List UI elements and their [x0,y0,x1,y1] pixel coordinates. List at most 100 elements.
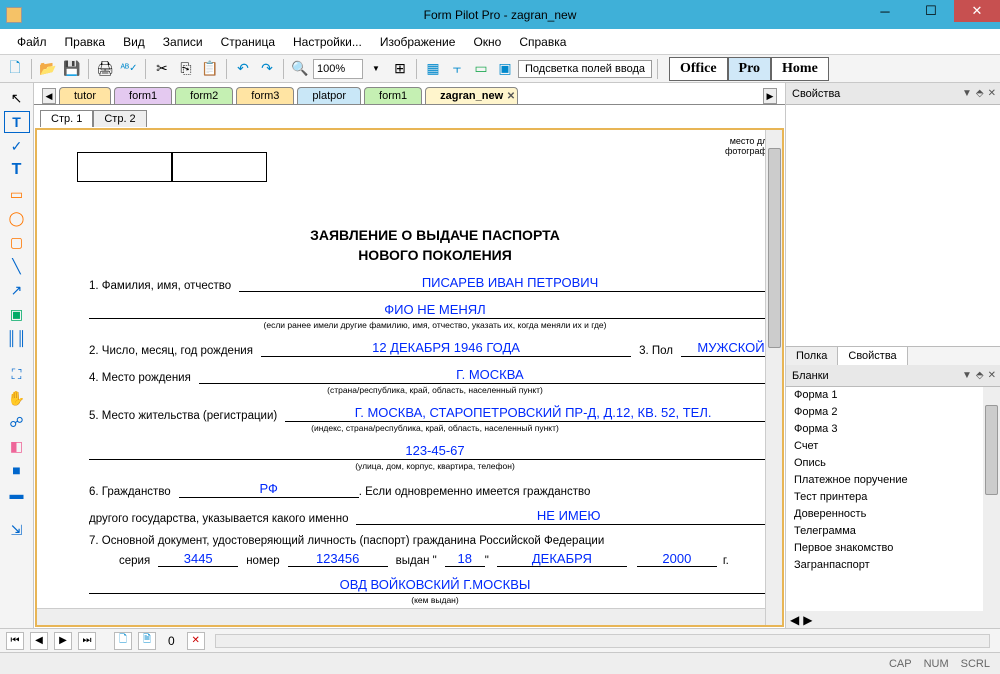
close-button[interactable]: ✕ [954,0,1000,22]
arrow-tool-icon[interactable]: ↗ [4,279,30,301]
save-icon[interactable]: 💾 [61,58,83,80]
blank-item[interactable]: Форма 2 [786,404,983,421]
pointer-icon[interactable]: ↖ [4,87,30,109]
insert-icon[interactable]: ⇲ [4,519,30,541]
page-tab-1[interactable]: Стр. 1 [40,110,93,127]
field-issuer[interactable]: ОВД ВОЙКОВСКИЙ Г.МОСКВЫ [89,577,781,594]
highlight-icon[interactable]: ▣ [494,58,516,80]
canvas-vscrollbar[interactable] [765,130,782,625]
panel-pin-icon[interactable]: ⬘ [976,370,984,381]
close-tab-icon[interactable]: ✕ [507,91,515,102]
canvas[interactable]: место для фотографии ЗАЯВЛЕНИЕ О ВЫДАЧЕ … [35,128,784,627]
nav-delete-icon[interactable]: ✕ [187,632,205,650]
zoom-dropdown-icon[interactable]: ▼ [365,58,387,80]
tab-properties[interactable]: Свойства [838,347,907,366]
doc-tab-tutor[interactable]: tutor [59,87,111,104]
print-icon[interactable]: 🖨 [94,58,116,80]
rrect-icon[interactable]: ▢ [4,231,30,253]
zoom-input[interactable] [313,59,363,79]
check-icon[interactable]: ✓ [4,135,30,157]
blank-item[interactable]: Первое знакомство [786,540,983,557]
panel-pin-icon[interactable]: ⬘ [976,88,984,99]
redo-icon[interactable]: ↷ [256,58,278,80]
text-icon[interactable]: T [4,159,30,181]
blank-item[interactable]: Загранпаспорт [786,557,983,574]
open-icon[interactable]: 📂 [37,58,59,80]
field-fio-change[interactable]: ФИО НЕ МЕНЯЛ [89,302,781,319]
tab-pro[interactable]: Pro [728,57,772,81]
link-icon[interactable]: ☍ [4,411,30,433]
menu-page[interactable]: Страница [212,35,284,49]
blank-item[interactable]: Доверенность [786,506,983,523]
panel-dropdown-icon[interactable]: ▼ [962,370,972,381]
nav-first-icon[interactable]: ⏮ [6,632,24,650]
menu-file[interactable]: Файл [8,35,56,49]
blanks-panel-header[interactable]: Бланки ▼⬘✕ [786,365,1000,387]
properties-panel-header[interactable]: Свойства ▼⬘✕ [786,83,1000,105]
nav-last-icon[interactable]: ⏭ [78,632,96,650]
panel-close-icon[interactable]: ✕ [988,370,996,381]
field-series[interactable]: 3445 [158,551,238,567]
align-icon[interactable]: ▦ [422,58,444,80]
menu-settings[interactable]: Настройки... [284,35,371,49]
field-address[interactable]: Г. МОСКВА, СТАРОПЕТРОВСКИЙ ПР-Д, Д.12, К… [285,405,781,422]
rect-icon[interactable]: ▭ [4,183,30,205]
field-issue-day[interactable]: 18 [445,551,485,567]
doc-tab-form1a[interactable]: form1 [114,87,172,104]
nav-hscroll[interactable] [215,634,990,648]
blank-item[interactable]: Тест принтера [786,489,983,506]
field-issue-year[interactable]: 2000 [637,551,717,567]
menu-window[interactable]: Окно [464,35,510,49]
nav-prev-icon[interactable]: ◀ [30,632,48,650]
spell-icon[interactable]: ᴬᴮ✓ [118,58,140,80]
cut-icon[interactable]: ✂ [151,58,173,80]
text-box-icon[interactable]: T [4,111,30,133]
highlight-label[interactable]: Подсветка полей ввода [518,60,652,78]
field-birthplace[interactable]: Г. МОСКВА [199,367,781,384]
tabs-scroll-right[interactable]: ▶ [763,88,777,104]
panel-close-icon[interactable]: ✕ [988,88,996,99]
blanks-collapse-icon[interactable]: ▶ [803,613,812,627]
field-fio[interactable]: ПИСАРЕВ ИВАН ПЕТРОВИЧ [239,275,781,292]
blank-item[interactable]: Форма 1 [786,387,983,404]
copy-icon[interactable]: ⎘ [175,58,197,80]
blank-item[interactable]: Телеграмма [786,523,983,540]
tab-home[interactable]: Home [771,57,829,81]
menu-image[interactable]: Изображение [371,35,465,49]
image-icon[interactable]: ▣ [4,303,30,325]
snap-icon[interactable]: ⫟ [446,58,468,80]
field-dob[interactable]: 12 ДЕКАБРЯ 1946 ГОДА [261,340,631,357]
blank-item[interactable]: Опись [786,455,983,472]
doc-tab-platpor[interactable]: platpor [297,87,361,104]
doc-tab-form2[interactable]: form2 [175,87,233,104]
grid-icon[interactable]: ⊞ [389,58,411,80]
nav-doc-icon[interactable]: 🗎 [138,632,156,650]
doc-tab-form3[interactable]: form3 [236,87,294,104]
canvas-hscrollbar[interactable] [37,608,765,625]
blank-item[interactable]: Счет [786,438,983,455]
blanks-expand-icon[interactable]: ◀ [790,613,799,627]
tab-shelf[interactable]: Полка [786,347,838,365]
maximize-button[interactable]: ☐ [908,0,954,22]
blank-item[interactable]: Платежное поручение [786,472,983,489]
field-number[interactable]: 123456 [288,551,388,567]
field-icon[interactable]: ▭ [470,58,492,80]
barcode-icon[interactable]: ║║ [4,327,30,349]
field-citizenship[interactable]: РФ [179,481,359,498]
field-phone[interactable]: 123-45-67 [89,443,781,460]
minimize-button[interactable]: ─ [862,0,908,22]
tab-office[interactable]: Office [669,57,728,81]
doc-tab-zagran[interactable]: zagran_new✕ [425,87,518,104]
blank-item[interactable]: Форма 3 [786,421,983,438]
line-icon[interactable]: ╲ [4,255,30,277]
nav-next-icon[interactable]: ▶ [54,632,72,650]
undo-icon[interactable]: ↶ [232,58,254,80]
menu-view[interactable]: Вид [114,35,154,49]
fill-rect-icon[interactable]: ■ [4,459,30,481]
tabs-scroll-left[interactable]: ◀ [42,88,56,104]
eraser-icon[interactable]: ◧ [4,435,30,457]
nav-page-icon[interactable]: 🗋 [114,632,132,650]
field-other-citizenship[interactable]: НЕ ИМЕЮ [356,508,781,525]
new-icon[interactable]: 🗋 [4,58,26,80]
ellipse-icon[interactable]: ◯ [4,207,30,229]
